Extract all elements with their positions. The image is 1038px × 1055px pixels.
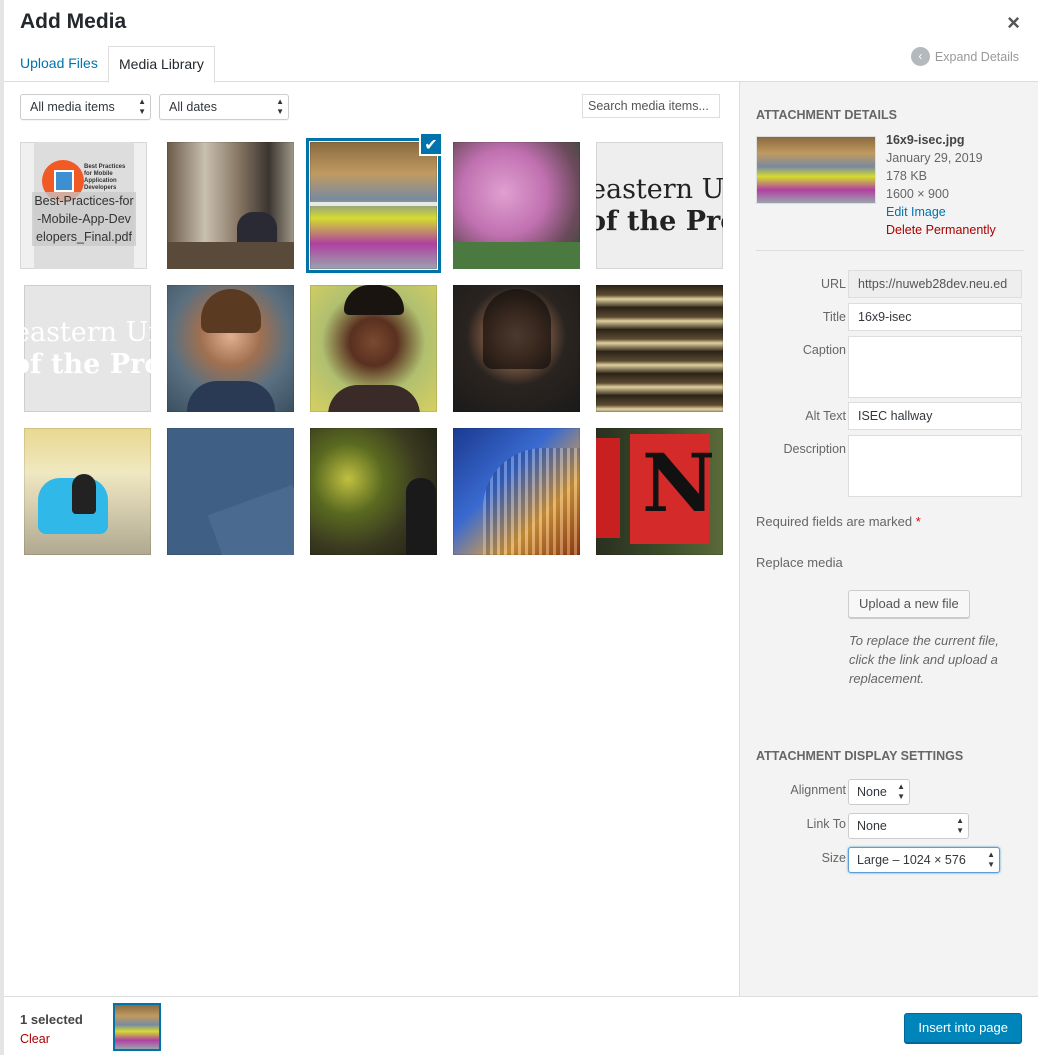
hair-shape bbox=[483, 289, 551, 369]
document-title: Best Practices for Mobile Application De… bbox=[84, 164, 126, 191]
graphic-text-line: eastern Un bbox=[24, 317, 151, 348]
media-item-photo[interactable] bbox=[453, 142, 580, 269]
select-arrows-icon: ▲ ▼ bbox=[987, 850, 995, 869]
media-item-photo[interactable] bbox=[310, 428, 437, 555]
graphic-text-line: of the Prov bbox=[24, 349, 151, 380]
media-item-graphic[interactable] bbox=[167, 428, 294, 555]
attachment-preview bbox=[756, 136, 876, 204]
select-arrows-icon: ▲ ▼ bbox=[897, 782, 905, 801]
attachment-date: January 29, 2019 bbox=[886, 151, 983, 165]
media-item-pdf[interactable]: Best Practices for Mobile Application De… bbox=[20, 142, 147, 269]
alt-text-label: Alt Text bbox=[805, 409, 846, 423]
alignment-select[interactable]: None ▲ ▼ bbox=[848, 779, 910, 805]
graphic-text-line: of the Prov bbox=[596, 206, 723, 237]
replace-media-note: To replace the current file, click the l… bbox=[849, 633, 999, 686]
date-filter-value: All dates bbox=[169, 100, 217, 114]
graphic-text-line: eastern Un bbox=[596, 174, 723, 205]
media-item-photo[interactable]: N bbox=[596, 428, 723, 555]
size-select[interactable]: Large – 1024 × 576 ▲ ▼ bbox=[848, 847, 1000, 873]
media-item-photo[interactable] bbox=[596, 285, 723, 412]
person-shape bbox=[72, 474, 96, 514]
date-filter[interactable]: All dates ▲ ▼ bbox=[159, 94, 289, 120]
attachment-filename: 16x9-isec.jpg bbox=[886, 133, 965, 147]
shirt-shape bbox=[328, 385, 420, 412]
display-settings-heading: Attachment Display Settings bbox=[756, 749, 964, 763]
media-item-graphic[interactable]: eastern Un of the Prov bbox=[24, 285, 151, 412]
title-label: Title bbox=[822, 310, 846, 324]
insert-into-page-button[interactable]: Insert into page bbox=[904, 1013, 1022, 1043]
required-note-text: Required fields are marked bbox=[756, 514, 913, 529]
media-tabs: Upload Files Media Library bbox=[4, 46, 1038, 83]
phone-icon bbox=[54, 170, 74, 192]
search-placeholder: Search media items... bbox=[588, 99, 709, 113]
replace-media-heading: Replace media bbox=[756, 555, 843, 570]
attachment-details-sidebar: Attachment Details 16x9-isec.jpg January… bbox=[739, 82, 1038, 996]
grass-shape bbox=[453, 242, 580, 269]
clear-selection-link[interactable]: Clear bbox=[20, 1032, 50, 1046]
select-arrows-icon: ▲ ▼ bbox=[956, 816, 964, 835]
hair-shape bbox=[344, 285, 404, 315]
media-footer-toolbar: 1 selected Clear Insert into page bbox=[4, 996, 1038, 1055]
selection-count: 1 selected bbox=[20, 1012, 83, 1027]
selected-item-thumbnail[interactable] bbox=[113, 1003, 161, 1051]
link-to-label: Link To bbox=[806, 817, 846, 831]
close-icon[interactable]: × bbox=[1007, 10, 1020, 36]
edit-image-link[interactable]: Edit Image bbox=[886, 205, 946, 219]
alt-text-field[interactable]: ISEC hallway bbox=[848, 402, 1022, 430]
media-item-photo[interactable] bbox=[453, 428, 580, 555]
size-label: Size bbox=[821, 851, 846, 865]
desk-shape bbox=[167, 242, 294, 269]
banner-shape bbox=[596, 438, 620, 538]
media-item-photo[interactable] bbox=[167, 285, 294, 412]
size-value: Large – 1024 × 576 bbox=[857, 853, 966, 867]
description-field[interactable] bbox=[848, 435, 1022, 497]
search-media-input[interactable]: Search media items... bbox=[582, 94, 720, 118]
media-type-filter-value: All media items bbox=[30, 100, 115, 114]
required-fields-note: Required fields are marked * bbox=[756, 514, 921, 529]
url-field[interactable]: https://nuweb28dev.neu.ed bbox=[848, 270, 1022, 298]
link-to-value: None bbox=[857, 819, 887, 833]
description-label: Description bbox=[783, 442, 846, 456]
railing-shape bbox=[310, 202, 437, 206]
add-media-modal: Add Media × Upload Files Media Library ‹… bbox=[0, 0, 1038, 1055]
media-item-photo[interactable] bbox=[310, 285, 437, 412]
alignment-value: None bbox=[857, 785, 887, 799]
required-mark: * bbox=[915, 514, 921, 529]
facade-shape bbox=[483, 448, 580, 555]
media-item-photo[interactable] bbox=[453, 285, 580, 412]
person-shape bbox=[406, 478, 436, 555]
expand-details-button[interactable]: ‹ Expand Details bbox=[910, 47, 1019, 66]
geometric-shape bbox=[207, 484, 294, 555]
media-item-graphic[interactable]: eastern Un of the Prov bbox=[596, 142, 723, 269]
title-field[interactable]: 16x9-isec bbox=[848, 303, 1022, 331]
select-arrows-icon: ▲ ▼ bbox=[138, 97, 146, 116]
attachment-size: 178 KB bbox=[886, 169, 928, 183]
media-item-filename: Best-Practices-for-Mobile-App-Developers… bbox=[32, 192, 136, 246]
media-type-filter[interactable]: All media items ▲ ▼ bbox=[20, 94, 151, 120]
media-item-photo[interactable] bbox=[24, 428, 151, 555]
alignment-label: Alignment bbox=[790, 783, 846, 797]
media-item-selected-photo[interactable] bbox=[306, 138, 441, 273]
modal-title: Add Media bbox=[20, 10, 127, 33]
shirt-shape bbox=[187, 381, 275, 412]
link-to-select[interactable]: None ▲ ▼ bbox=[848, 813, 969, 839]
caption-field[interactable] bbox=[848, 336, 1022, 398]
checkmark-icon[interactable]: ✔ bbox=[419, 132, 443, 156]
tab-media-library[interactable]: Media Library bbox=[108, 46, 215, 83]
divider bbox=[756, 250, 1024, 251]
delete-permanently-link[interactable]: Delete Permanently bbox=[886, 223, 996, 237]
url-label: URL bbox=[820, 277, 846, 291]
tab-upload-files[interactable]: Upload Files bbox=[10, 46, 108, 82]
attachment-details-heading: Attachment Details bbox=[756, 108, 897, 122]
select-arrows-icon: ▲ ▼ bbox=[276, 97, 284, 116]
attachment-dimensions: 1600 × 900 bbox=[886, 187, 949, 201]
banner-letter: N bbox=[642, 436, 716, 530]
hair-shape bbox=[201, 289, 261, 333]
media-item-photo[interactable] bbox=[167, 142, 294, 269]
upload-new-file-button[interactable]: Upload a new file bbox=[848, 590, 970, 618]
chevron-left-icon: ‹ bbox=[910, 47, 930, 66]
caption-label: Caption bbox=[802, 343, 846, 357]
expand-details-label: Expand Details bbox=[934, 49, 1019, 64]
